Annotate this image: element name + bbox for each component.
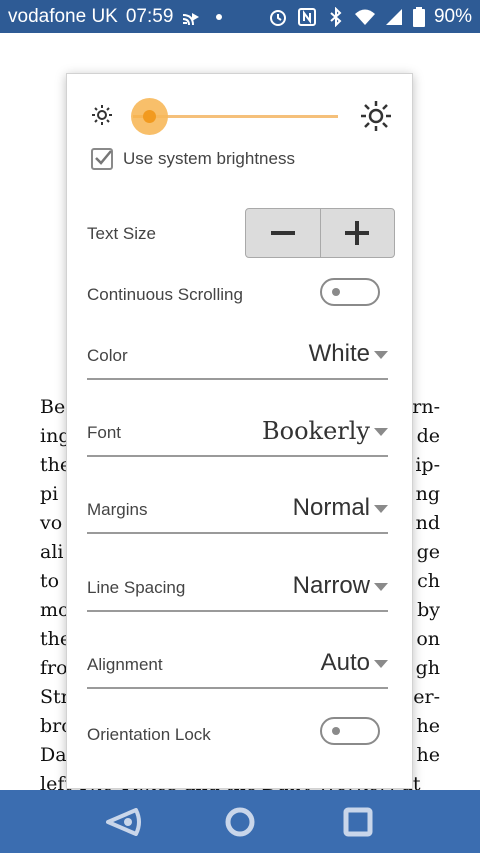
dot-icon	[209, 7, 229, 27]
text-line-end: by	[417, 599, 440, 621]
recents-icon	[343, 807, 373, 837]
navigation-bar	[0, 790, 480, 853]
reading-settings-panel: Use system brightness Text Size Continuo…	[66, 73, 413, 789]
text-line-start: ali	[40, 541, 64, 563]
back-button[interactable]	[106, 806, 142, 838]
text-line-end: ge	[416, 541, 440, 563]
text-line-end: er-	[413, 686, 440, 708]
minus-icon	[270, 231, 295, 235]
brightness-high-icon	[360, 100, 392, 137]
font-value: Bookerly	[262, 417, 370, 445]
chevron-down-icon	[374, 505, 388, 513]
plus-icon	[345, 221, 370, 245]
alignment-select[interactable]: Alignment Auto	[87, 643, 388, 689]
text-line-start: to	[40, 570, 60, 592]
text-size-label: Text Size	[87, 224, 156, 243]
decrease-text-size-button[interactable]	[246, 209, 320, 257]
chevron-down-icon	[374, 428, 388, 436]
text-line-end: gh	[415, 657, 440, 679]
line-spacing-value: Narrow	[292, 572, 370, 599]
font-select[interactable]: Font Bookerly	[87, 411, 388, 457]
system-brightness-checkbox[interactable]	[91, 148, 113, 170]
alarm-icon	[268, 7, 288, 27]
signal-icon	[384, 7, 404, 27]
home-button[interactable]	[222, 806, 258, 838]
text-line-end: nd	[415, 512, 440, 534]
bluetooth-icon	[326, 7, 346, 27]
brightness-slider-thumb-core	[142, 110, 156, 123]
battery-icon	[412, 7, 425, 27]
text-line-start: fro	[40, 657, 68, 679]
system-brightness-label: Use system brightness	[123, 149, 295, 168]
carrier-label: vodafone UK	[8, 6, 118, 27]
line-spacing-label: Line Spacing	[87, 578, 186, 597]
margins-value: Normal	[292, 494, 370, 521]
cast-icon	[181, 7, 201, 27]
text-line-end: he	[416, 715, 440, 737]
text-line-start: Da	[40, 744, 67, 766]
text-line-end: ip-	[415, 454, 440, 476]
toggle-knob	[332, 288, 340, 296]
text-line-start: pi	[40, 483, 59, 505]
font-label: Font	[87, 423, 122, 442]
text-size-control	[245, 208, 395, 258]
back-icon	[106, 808, 141, 836]
color-label: Color	[87, 346, 128, 365]
chevron-down-icon	[374, 351, 388, 359]
orientation-lock-toggle[interactable]	[320, 717, 380, 745]
use-system-brightness[interactable]: Use system brightness	[91, 148, 295, 170]
chevron-down-icon	[374, 583, 388, 591]
brightness-row	[67, 96, 414, 136]
alignment-label: Alignment	[87, 655, 163, 674]
brightness-low-icon	[91, 104, 113, 131]
line-spacing-select[interactable]: Line Spacing Narrow	[87, 566, 388, 612]
clock: 07:59	[125, 6, 174, 27]
continuous-scrolling-toggle[interactable]	[320, 278, 380, 306]
checkmark-icon	[95, 150, 112, 165]
text-line-end: ng	[415, 483, 440, 505]
status-bar: vodafone UK 07:59 90%	[0, 0, 480, 33]
text-line-end: he	[416, 744, 440, 766]
chevron-down-icon	[374, 660, 388, 668]
text-line-end: on	[416, 628, 440, 650]
battery-percent: 90%	[433, 6, 472, 27]
text-line-start: Be	[40, 396, 66, 418]
color-value: White	[308, 340, 370, 367]
color-select[interactable]: Color White	[87, 334, 388, 380]
alignment-value: Auto	[320, 649, 370, 676]
wifi-icon	[354, 7, 375, 27]
home-icon	[225, 807, 255, 837]
increase-text-size-button[interactable]	[319, 209, 395, 257]
orientation-lock-label: Orientation Lock	[87, 725, 211, 744]
text-line-end: rn-	[412, 396, 440, 418]
toggle-knob	[332, 727, 340, 735]
nfc-icon	[297, 7, 317, 27]
text-line-end: ch	[417, 570, 440, 592]
margins-select[interactable]: Margins Normal	[87, 488, 388, 534]
text-line-end: de	[416, 425, 440, 447]
text-line-start: vo	[40, 512, 63, 534]
continuous-scrolling-label: Continuous Scrolling	[87, 285, 243, 304]
margins-label: Margins	[87, 500, 148, 519]
recents-button[interactable]	[340, 806, 376, 838]
